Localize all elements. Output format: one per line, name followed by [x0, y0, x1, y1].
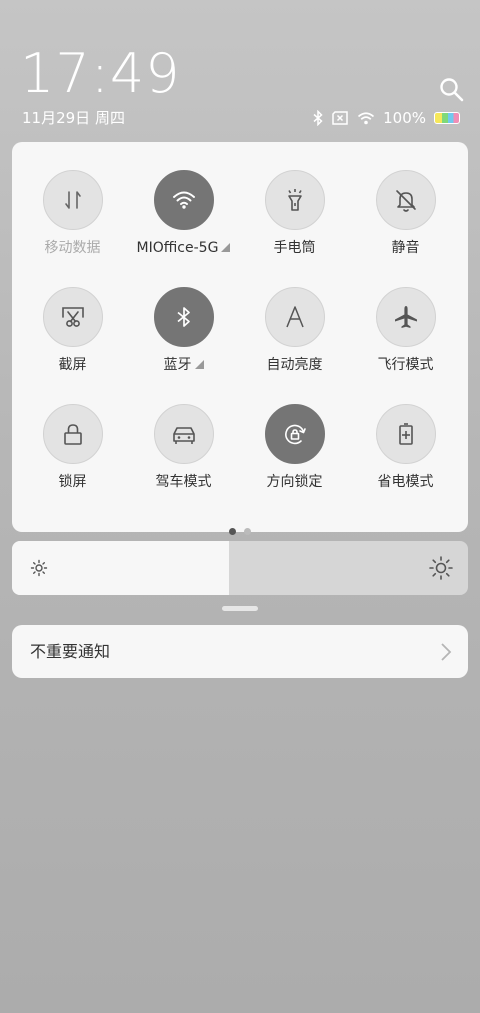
- bluetooth-icon: [176, 307, 190, 327]
- tile-mobile-data[interactable]: 移动数据: [17, 142, 128, 256]
- tile-toggle[interactable]: [375, 404, 436, 464]
- tile-label-text: 驾车模式: [155, 474, 212, 490]
- tile-toggle[interactable]: [375, 170, 436, 230]
- mobile-data-icon: [64, 191, 81, 209]
- tile-label-text: 移动数据: [44, 240, 101, 256]
- tile-airplane[interactable]: 飞行模式: [350, 259, 461, 373]
- search-button[interactable]: [438, 76, 466, 104]
- tile-toggle[interactable]: [153, 404, 214, 464]
- tile-mute-bell[interactable]: 静音: [350, 142, 461, 256]
- battery-icon: [434, 112, 460, 124]
- tile-battery-saver[interactable]: 省电模式: [350, 376, 461, 490]
- date: 11月29日 周四: [22, 109, 125, 127]
- tile-label-text: 手电筒: [273, 240, 316, 256]
- tile-label: MIOffice-5G: [128, 239, 239, 257]
- tile-label-text: 锁屏: [58, 474, 87, 490]
- tile-label: 静音: [350, 239, 461, 257]
- wifi-icon: [172, 191, 195, 209]
- tile-label: 截屏: [17, 356, 128, 374]
- no-sim-icon: [332, 111, 348, 125]
- search-icon: [440, 78, 464, 102]
- tile-screenshot[interactable]: 截屏: [17, 259, 128, 373]
- tile-label: 方向锁定: [239, 473, 350, 491]
- tile-car[interactable]: 驾车模式: [128, 376, 239, 490]
- tile-label: 自动亮度: [239, 356, 350, 374]
- page-dot-active[interactable]: [229, 528, 236, 535]
- tile-label: 锁屏: [17, 473, 128, 491]
- tile-label: 移动数据: [17, 239, 128, 257]
- brightness-slider[interactable]: [12, 541, 468, 595]
- battery-percent: 100%: [383, 109, 426, 127]
- tile-label: 省电模式: [350, 473, 461, 491]
- tile-lock[interactable]: 锁屏: [17, 376, 128, 490]
- bluetooth-status-icon: [313, 110, 323, 126]
- tile-label-text: 蓝牙: [163, 357, 192, 373]
- quick-settings-panel: 移动数据 MIOffice-5G 手电筒 静音截屏 蓝牙 自动亮度 飞行模式锁屏 驾车模式 方向…: [12, 142, 468, 535]
- drag-handle[interactable]: [222, 606, 258, 611]
- tile-toggle[interactable]: [42, 287, 103, 347]
- page-dot[interactable]: [244, 528, 251, 535]
- unimportant-notifications-row[interactable]: 不重要通知: [12, 625, 468, 678]
- rotation-lock-icon: [284, 424, 306, 445]
- chevron-right-icon: [441, 643, 452, 661]
- tile-label: 手电筒: [239, 239, 350, 257]
- mute-bell-icon: [395, 190, 416, 212]
- tile-label: 蓝牙: [128, 356, 239, 374]
- tile-label-text: 方向锁定: [266, 474, 323, 490]
- auto-brightness-icon: [285, 306, 304, 328]
- tile-toggle[interactable]: [264, 287, 325, 347]
- notification-label: 不重要通知: [30, 642, 111, 661]
- brightness-high-icon: [429, 556, 453, 580]
- tile-label-text: MIOffice-5G: [136, 240, 219, 256]
- tile-label: 飞行模式: [350, 356, 461, 374]
- clock: 17:49: [20, 42, 181, 105]
- car-icon: [172, 427, 195, 444]
- brightness-low-icon: [30, 559, 48, 577]
- tile-toggle[interactable]: [42, 170, 103, 230]
- lock-icon: [63, 424, 82, 445]
- tile-toggle[interactable]: [264, 404, 325, 464]
- status-icons: 100%: [313, 107, 460, 129]
- status-header: 17:49 11月29日 周四 100%: [0, 0, 480, 140]
- submenu-indicator-icon[interactable]: [194, 360, 204, 369]
- tile-rotation-lock[interactable]: 方向锁定: [239, 376, 350, 490]
- tile-label-text: 静音: [391, 240, 420, 256]
- tile-wifi[interactable]: MIOffice-5G: [128, 142, 239, 256]
- page-indicator: [12, 520, 468, 539]
- submenu-indicator-icon[interactable]: [221, 243, 231, 252]
- tile-auto-brightness[interactable]: 自动亮度: [239, 259, 350, 373]
- tile-toggle[interactable]: [375, 287, 436, 347]
- flashlight-icon: [287, 189, 302, 211]
- tile-label-text: 省电模式: [377, 474, 434, 490]
- tile-label-text: 飞行模式: [377, 357, 434, 373]
- screenshot-icon: [61, 307, 84, 327]
- tile-label: 驾车模式: [128, 473, 239, 491]
- tile-label-text: 截屏: [58, 357, 87, 373]
- tile-flashlight[interactable]: 手电筒: [239, 142, 350, 256]
- airplane-icon: [394, 306, 417, 328]
- battery-saver-icon: [398, 423, 413, 445]
- tile-bluetooth[interactable]: 蓝牙: [128, 259, 239, 373]
- tile-label-text: 自动亮度: [266, 357, 323, 373]
- tile-toggle[interactable]: [153, 170, 214, 230]
- wifi-status-icon: [358, 112, 375, 125]
- tile-toggle[interactable]: [42, 404, 103, 464]
- tile-toggle[interactable]: [264, 170, 325, 230]
- tile-toggle[interactable]: [153, 287, 214, 347]
